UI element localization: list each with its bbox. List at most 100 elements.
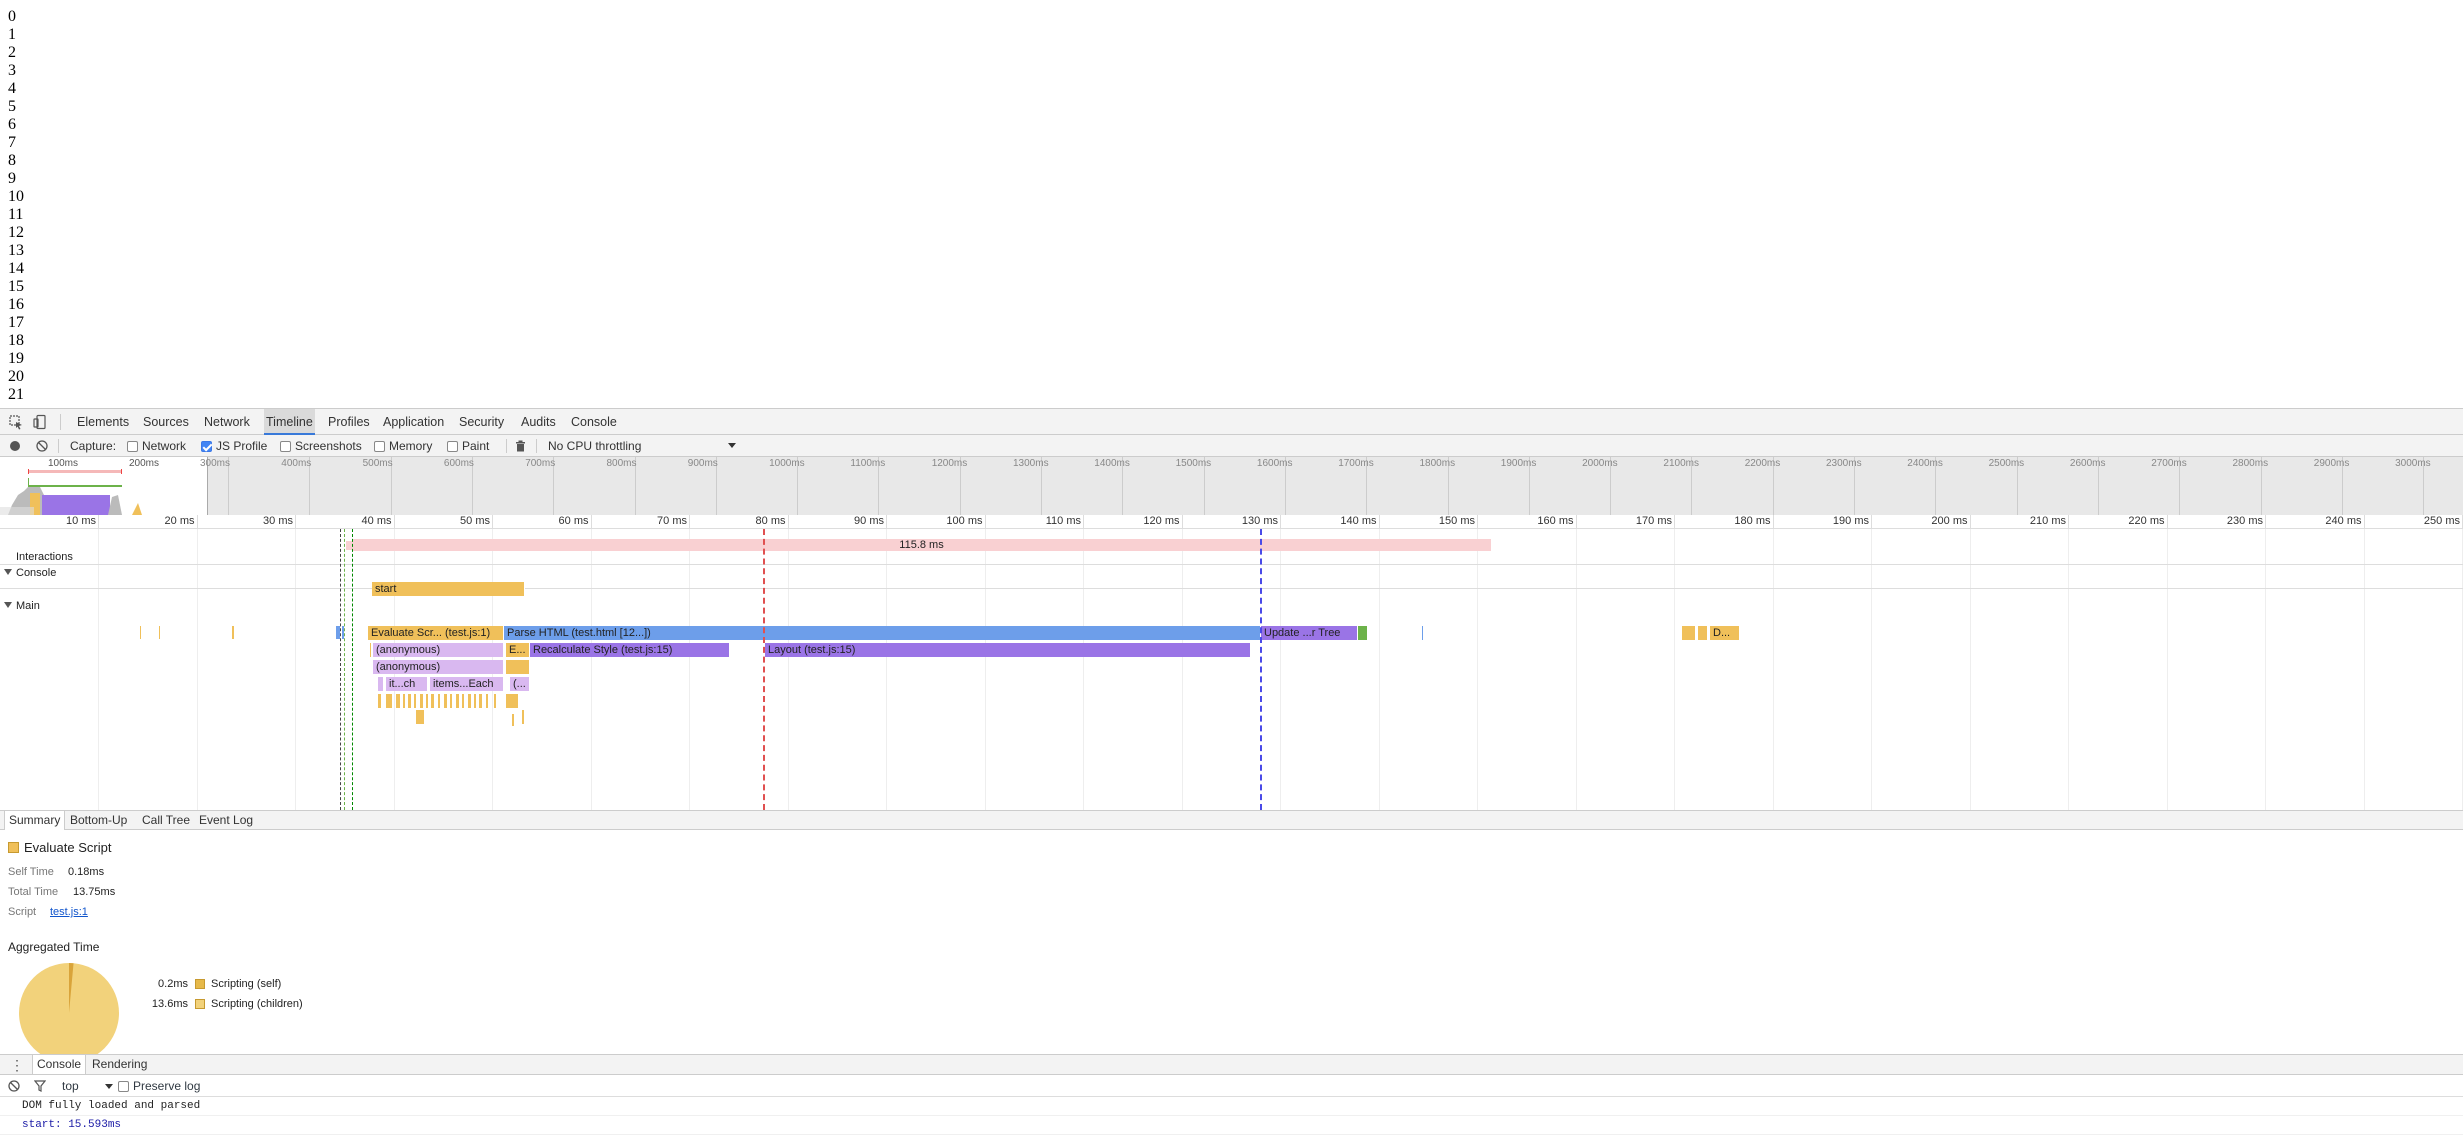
bar-label: Layout (test.js:15) bbox=[768, 644, 856, 656]
devtools-tabbar: Elements Sources Network Timeline Profiles Ap… bbox=[0, 409, 2463, 435]
paint-checkbox[interactable]: Paint bbox=[447, 435, 489, 457]
anonymous-child-bar[interactable]: (... bbox=[510, 677, 530, 691]
task-mark[interactable] bbox=[232, 626, 235, 639]
details-tab-event-log[interactable]: Event Log bbox=[195, 811, 257, 830]
ruler-gridline bbox=[492, 515, 493, 529]
device-toolbar-icon[interactable] bbox=[32, 414, 48, 430]
page-line: 16 bbox=[8, 296, 24, 313]
tab-audits[interactable]: Audits bbox=[519, 409, 558, 435]
context-select[interactable]: top bbox=[62, 1079, 113, 1093]
overview-tick-label: 1600ms bbox=[1256, 458, 1293, 469]
overview-tick-label: 2200ms bbox=[1744, 458, 1781, 469]
tab-profiles[interactable]: Profiles bbox=[326, 409, 372, 435]
details-tab-call-tree[interactable]: Call Tree bbox=[138, 811, 194, 830]
filter-icon[interactable] bbox=[34, 1080, 46, 1092]
record-icon[interactable] bbox=[9, 440, 21, 452]
ruler-gridline bbox=[689, 515, 690, 529]
page-line: 20 bbox=[8, 368, 24, 385]
overview-tick-label: 2400ms bbox=[1907, 458, 1943, 469]
paint-bar[interactable] bbox=[1358, 626, 1368, 640]
tab-application[interactable]: Application bbox=[381, 409, 446, 435]
tab-security[interactable]: Security bbox=[457, 409, 506, 435]
clear-icon[interactable] bbox=[36, 440, 48, 452]
js-profile-checkbox[interactable]: JS Profile bbox=[201, 435, 267, 457]
ruler-tick-label: 60 ms bbox=[558, 515, 589, 527]
page-line: 0 bbox=[8, 8, 16, 25]
ruler-gridline bbox=[2363, 515, 2365, 529]
screenshots-checkbox[interactable]: Screenshots bbox=[280, 435, 362, 457]
tab-timeline[interactable]: Timeline bbox=[264, 409, 315, 435]
js-profile-checkbox-label: JS Profile bbox=[216, 439, 268, 453]
console-track: Console start bbox=[0, 565, 2463, 596]
clear-console-icon[interactable] bbox=[8, 1080, 20, 1092]
drawer-tab-rendering[interactable]: Rendering bbox=[88, 1055, 151, 1074]
details-tab-bottom-up[interactable]: Bottom-Up bbox=[66, 811, 131, 830]
flamechart[interactable]: 115.8 ms Interactions Console start Main… bbox=[0, 529, 2463, 810]
preserve-log-checkbox[interactable]: Preserve log bbox=[118, 1079, 200, 1093]
trash-icon[interactable] bbox=[515, 440, 526, 452]
ruler-tick-label: 170 ms bbox=[1635, 515, 1672, 527]
aggregated-time-title: Aggregated Time bbox=[8, 940, 100, 954]
interaction-bar[interactable]: 115.8 ms bbox=[352, 539, 1492, 551]
overview-tick-label: 1300ms bbox=[1013, 458, 1049, 469]
task-mark[interactable] bbox=[370, 643, 372, 657]
memory-checkbox[interactable]: Memory bbox=[374, 435, 432, 457]
items-each-bar[interactable]: items...Each bbox=[430, 677, 504, 691]
recalculate-style-bar[interactable]: Recalculate Style (test.js:15) bbox=[530, 643, 730, 657]
network-checkbox[interactable]: Network bbox=[127, 435, 186, 457]
ruler-gridline bbox=[787, 515, 789, 529]
cpu-throttling-select[interactable]: No CPU throttling bbox=[548, 435, 738, 457]
evaluate-script-bar[interactable]: Evaluate Scr... (test.js:1) bbox=[368, 626, 504, 640]
page-line: 6 bbox=[8, 116, 16, 133]
ruler-gridline bbox=[393, 515, 395, 529]
interactions-label: Interactions bbox=[16, 551, 73, 563]
overview-tick-label: 1500ms bbox=[1175, 458, 1212, 469]
main-track-header[interactable]: Main bbox=[4, 600, 40, 612]
capture-label: Capture: bbox=[70, 439, 117, 453]
dom-content-loaded-marker bbox=[1260, 529, 1262, 810]
drawer-tab-console[interactable]: Console bbox=[32, 1055, 87, 1074]
dropdown-arrow-icon bbox=[728, 443, 736, 448]
overview-tick-label: 2900ms bbox=[2313, 458, 2350, 469]
page-line: 7 bbox=[8, 134, 16, 151]
script-link[interactable]: test.js:1 bbox=[50, 906, 88, 918]
task-mark[interactable] bbox=[378, 677, 384, 691]
overview-activity-graph bbox=[0, 469, 142, 515]
layout-bar[interactable]: Layout (test.js:15) bbox=[765, 643, 1251, 657]
details-tab-summary[interactable]: Summary bbox=[4, 811, 66, 830]
collapse-triangle-icon bbox=[4, 569, 12, 575]
drawer-menu-icon[interactable]: ⋮ bbox=[10, 1057, 24, 1074]
task-mark[interactable] bbox=[1682, 626, 1696, 640]
update-layer-tree-bar[interactable]: Update ...r Tree bbox=[1261, 626, 1358, 640]
tab-console[interactable]: Console bbox=[569, 409, 619, 435]
tab-elements[interactable]: Elements bbox=[75, 409, 131, 435]
late-task-bar[interactable]: D... bbox=[1710, 626, 1740, 640]
page-content: 0 1 2 3 4 5 6 7 8 9 10 11 12 13 14 15 16 17 18 19 20 21 bbox=[8, 8, 24, 404]
ruler-gridline bbox=[886, 515, 887, 529]
overview-selection-window[interactable]: 100ms 200ms bbox=[0, 457, 208, 515]
legend-swatch bbox=[195, 979, 205, 989]
timeline-overview[interactable]: 100ms 200ms 300ms 400ms 500ms 600ms 700ms 800m… bbox=[0, 457, 2463, 515]
memory-checkbox-label: Memory bbox=[389, 439, 433, 453]
task-mark[interactable] bbox=[1698, 626, 1708, 640]
ruler-gridline bbox=[1674, 515, 1675, 529]
task-mark[interactable] bbox=[140, 626, 142, 639]
task-mark[interactable] bbox=[1422, 626, 1424, 640]
anonymous-function-bar-2[interactable]: (anonymous) bbox=[373, 660, 504, 674]
parse-html-bar[interactable]: Parse HTML (test.html [12...]) bbox=[504, 626, 1261, 640]
anonymous-function-bar[interactable]: (anonymous) bbox=[373, 643, 504, 657]
details-tabbar: Summary Bottom-Up Call Tree Event Log bbox=[0, 810, 2463, 830]
tab-sources[interactable]: Sources bbox=[141, 409, 191, 435]
task-mark[interactable] bbox=[506, 660, 530, 674]
console-track-header[interactable]: Console bbox=[4, 567, 56, 579]
total-time-value: 13.75ms bbox=[73, 886, 116, 898]
self-time-label: Self Time bbox=[8, 866, 54, 878]
tab-network[interactable]: Network bbox=[202, 409, 252, 435]
inspect-element-icon[interactable] bbox=[8, 414, 24, 430]
category-swatch bbox=[8, 842, 19, 853]
task-mark[interactable] bbox=[159, 626, 161, 639]
evaluate-child-bar[interactable]: E... bbox=[506, 643, 530, 657]
console-track-label: Console bbox=[16, 567, 57, 579]
bar-label: (anonymous) bbox=[376, 644, 441, 656]
foreach-bar[interactable]: it...ch bbox=[386, 677, 428, 691]
